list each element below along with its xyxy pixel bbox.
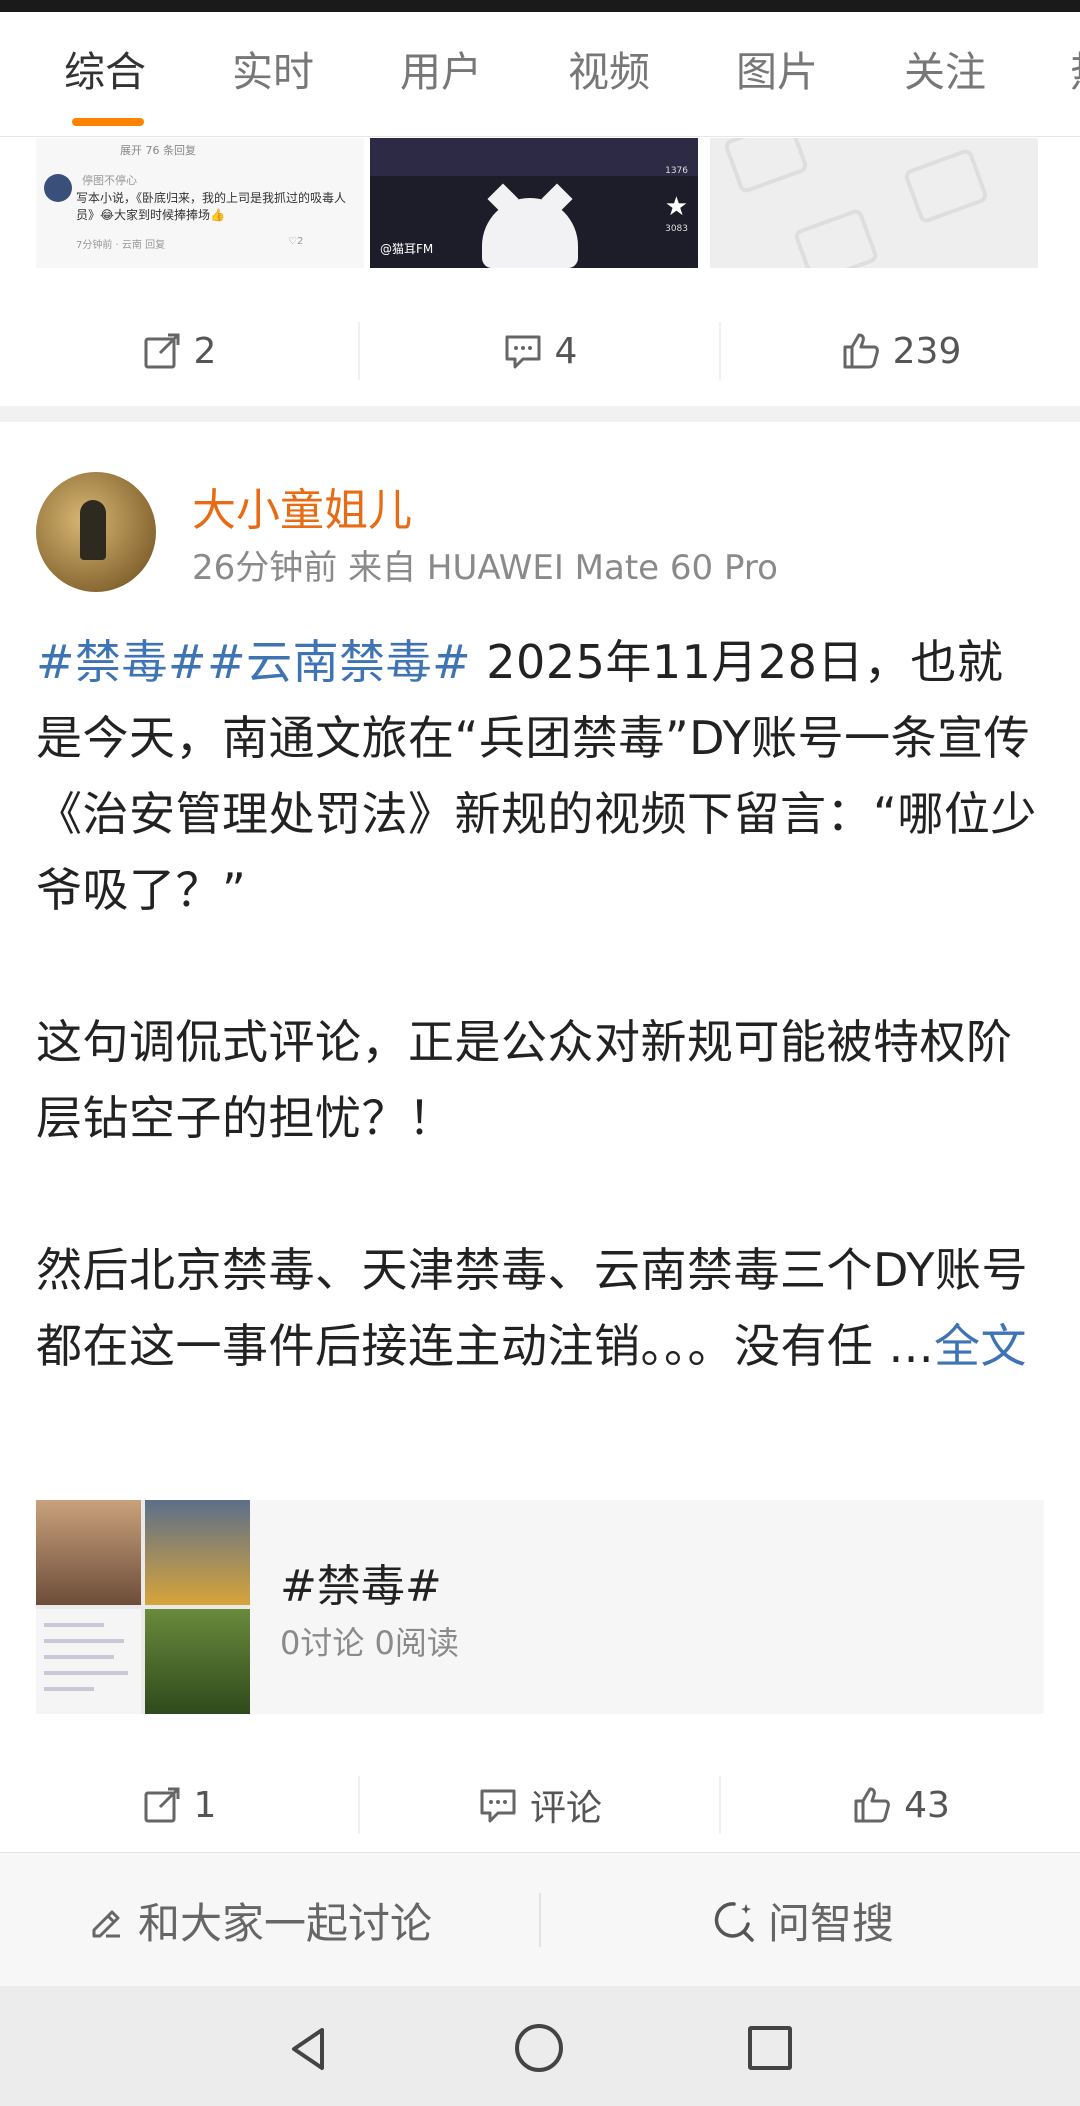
prev-post-images: 展开 76 条回复 停图不停心 写本小说，《卧底归来，我的上司是我抓过的吸毒人员… bbox=[0, 138, 1080, 270]
post-actions: 1 评论 43 bbox=[0, 1750, 1080, 1860]
post-body: #禁毒##云南禁毒# 2025年11月28日，也就是今天，南通文旅在“兵团禁毒”… bbox=[36, 624, 1046, 1384]
post-paragraph-2: 这句调侃式评论，正是公众对新规可能被特权阶层钻空子的担忧？！ bbox=[36, 1015, 1013, 1145]
prev-post-image-3[interactable] bbox=[710, 138, 1038, 268]
like-count: 239 bbox=[892, 330, 962, 372]
tab-following[interactable]: 关注 bbox=[904, 46, 986, 98]
search-tabs: 综合 实时 用户 视频 图片 关注 热 bbox=[0, 12, 1080, 137]
repost-button[interactable]: 2 bbox=[0, 296, 358, 406]
comment-button[interactable]: 4 bbox=[361, 296, 719, 406]
like-button[interactable]: 43 bbox=[722, 1750, 1080, 1860]
author-name[interactable]: 大小童姐儿 bbox=[192, 474, 412, 538]
comment-button[interactable]: 评论 bbox=[361, 1750, 719, 1860]
smart-search-icon bbox=[714, 1902, 754, 1942]
image-placeholder-icon bbox=[792, 207, 880, 268]
thumb-video-top bbox=[370, 138, 698, 176]
prev-post-image-1[interactable]: 展开 76 条回复 停图不停心 写本小说，《卧底归来，我的上司是我抓过的吸毒人员… bbox=[36, 138, 364, 268]
comment-icon bbox=[505, 335, 541, 369]
thumb-comment-likes: ♡2 bbox=[288, 236, 304, 247]
hashtag-link[interactable]: #禁毒##云南禁毒# bbox=[36, 635, 471, 689]
divider bbox=[719, 322, 721, 380]
repost-icon bbox=[144, 333, 180, 369]
post-separator bbox=[0, 406, 1080, 422]
repost-button[interactable]: 1 bbox=[0, 1750, 358, 1860]
discuss-label: 和大家一起讨论 bbox=[138, 1898, 433, 1948]
home-icon[interactable] bbox=[515, 2024, 563, 2072]
thumb-video-tag: @猫耳FM bbox=[380, 242, 434, 256]
thumb-comment-text: 写本小说，《卧底归来，我的上司是我抓过的吸毒人员》😂大家到时候捧捧场👍 bbox=[76, 191, 347, 222]
comment-label: 评论 bbox=[529, 1788, 602, 1829]
thumb-avatar bbox=[44, 174, 72, 202]
thumb-comment-count: 1376 bbox=[665, 166, 688, 176]
thumbs-up-icon bbox=[854, 1787, 890, 1823]
divider bbox=[358, 1776, 360, 1834]
read-more-link[interactable]: 全文 bbox=[934, 1319, 1027, 1373]
thumbs-up-icon bbox=[843, 333, 879, 369]
thumb-comment-meta: 7分钟前 · 云南 回复 bbox=[76, 240, 166, 251]
repost-count: 1 bbox=[193, 1784, 217, 1826]
repost-icon bbox=[144, 1787, 180, 1823]
comment-icon bbox=[480, 1789, 516, 1823]
topic-image bbox=[36, 1500, 250, 1714]
topic-title: #禁毒# bbox=[280, 1561, 442, 1612]
thumb-username: 停图不停心 bbox=[82, 174, 137, 187]
ai-search-label: 问智搜 bbox=[768, 1898, 895, 1948]
comment-count: 4 bbox=[554, 330, 578, 372]
back-icon[interactable] bbox=[288, 2026, 328, 2072]
divider bbox=[539, 1893, 541, 1947]
prev-post-actions: 2 4 239 bbox=[0, 296, 1080, 406]
cat-mascot-image bbox=[482, 198, 578, 268]
discuss-button[interactable]: 和大家一起讨论 bbox=[86, 1853, 432, 1987]
like-count: 43 bbox=[904, 1784, 950, 1826]
image-placeholder-icon bbox=[902, 147, 990, 225]
post-meta: 26分钟前 来自 HUAWEI Mate 60 Pro bbox=[192, 548, 778, 588]
tab-realtime[interactable]: 实时 bbox=[232, 46, 314, 98]
recent-apps-icon[interactable] bbox=[748, 2026, 792, 2070]
tab-comprehensive[interactable]: 综合 bbox=[64, 46, 146, 98]
tab-hot[interactable]: 热 bbox=[1070, 46, 1080, 98]
bottom-action-bar: 和大家一起讨论 问智搜 bbox=[0, 1852, 1080, 1987]
star-icon: ★ bbox=[664, 192, 688, 222]
image-placeholder-icon bbox=[722, 138, 810, 195]
tab-video[interactable]: 视频 bbox=[568, 46, 650, 98]
like-button[interactable]: 239 bbox=[722, 296, 1080, 406]
thumb-star-count: 3083 bbox=[665, 224, 688, 234]
author-avatar[interactable] bbox=[36, 472, 156, 592]
active-tab-indicator bbox=[72, 118, 144, 126]
tab-images[interactable]: 图片 bbox=[736, 46, 818, 98]
pencil-icon bbox=[92, 1910, 120, 1938]
ai-search-button[interactable]: 问智搜 bbox=[712, 1853, 894, 1987]
divider bbox=[719, 1776, 721, 1834]
tab-users[interactable]: 用户 bbox=[400, 46, 482, 98]
thumb-reply-header: 展开 76 条回复 bbox=[120, 144, 196, 157]
topic-card[interactable]: #禁毒# 0讨论 0阅读 bbox=[36, 1500, 1044, 1714]
repost-count: 2 bbox=[193, 330, 217, 372]
prev-post-image-2[interactable]: 1376 ★ 3083 @猫耳FM bbox=[370, 138, 698, 268]
status-bar bbox=[0, 0, 1080, 12]
divider bbox=[358, 322, 360, 380]
system-navigation-bar bbox=[0, 1986, 1080, 2106]
post-paragraph-3: 然后北京禁毒、天津禁毒、云南禁毒三个DY账号都在这一事件后接连主动注销。。。没有… bbox=[36, 1243, 1029, 1373]
topic-stats: 0讨论 0阅读 bbox=[280, 1624, 459, 1662]
